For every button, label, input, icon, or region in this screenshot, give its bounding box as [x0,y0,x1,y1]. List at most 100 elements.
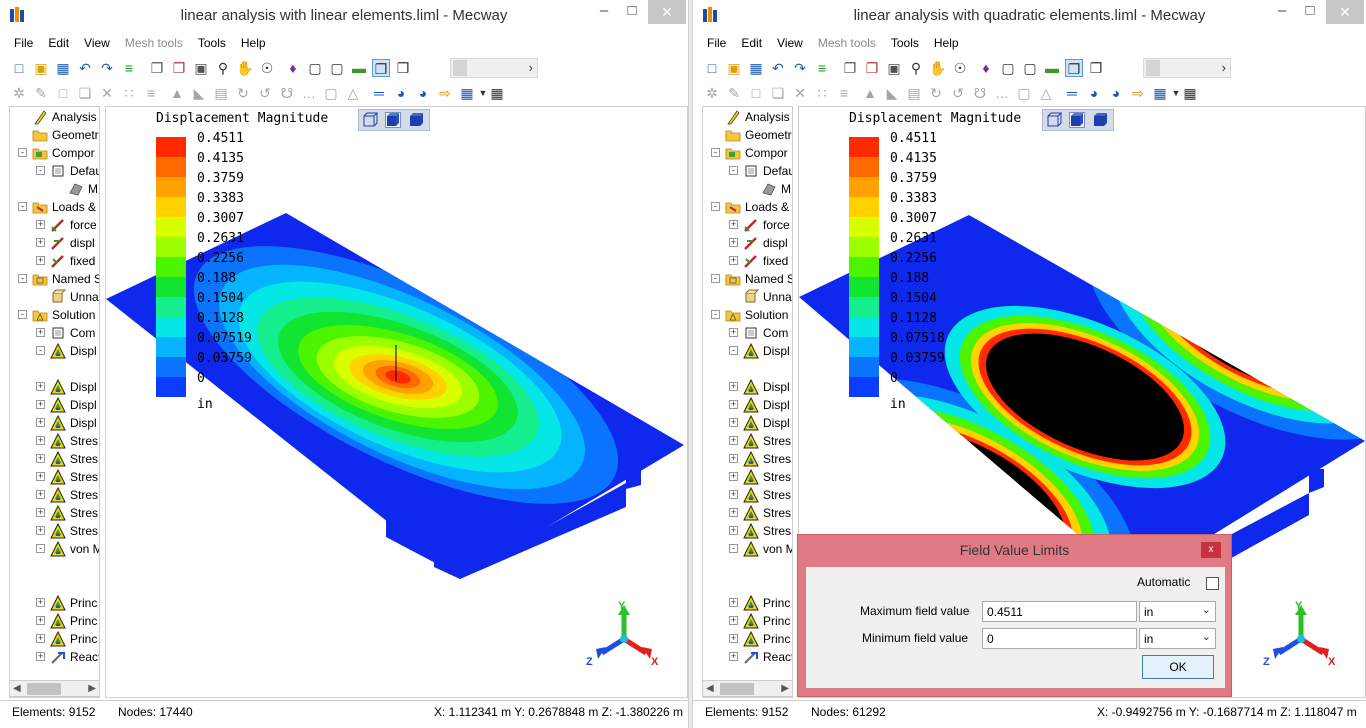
iso-view-icon[interactable]: ❐ [1087,59,1105,77]
view-cube-icon[interactable]: ❐ [841,59,859,77]
view-solid-icon[interactable] [1069,112,1085,128]
refine-icon[interactable]: ▲ [168,84,186,102]
surface-view-icon[interactable]: ▬ [350,59,368,77]
wireframe-view-icon[interactable]: ▢ [328,59,346,77]
merge-icon[interactable]: … [993,84,1011,102]
contour-line-icon[interactable]: ═ [1063,84,1081,102]
min-field-input[interactable]: 0 [982,628,1137,649]
equals-icon[interactable]: ≡ [120,59,138,77]
scroll-thumb[interactable] [453,60,467,76]
rotate-icon[interactable]: ↻ [927,84,945,102]
extrude-icon[interactable]: ◣ [883,84,901,102]
contour-line-icon[interactable]: ═ [370,84,388,102]
menu-file[interactable]: File [701,33,732,50]
wireframe-view-icon[interactable]: ▢ [1021,59,1039,77]
view-cube-icon[interactable]: ❐ [148,59,166,77]
expand-icon[interactable]: + [36,652,45,661]
mirror-icon[interactable]: ↺ [256,84,274,102]
nodes-icon[interactable]: ∷ [813,84,831,102]
menu-mesh-tools[interactable]: Mesh tools [812,33,882,50]
view-front-icon[interactable] [1046,112,1063,128]
split-icon[interactable]: ☋ [278,84,296,102]
warning-icon[interactable]: △ [344,84,362,102]
box-select-icon[interactable]: ❐ [1065,59,1083,77]
delete-icon[interactable]: ✕ [98,84,116,102]
copy-icon[interactable]: ▤ [905,84,923,102]
view-solid-icon[interactable] [385,112,401,128]
scroll-left-icon[interactable]: ◀ [706,681,714,696]
dialog-close-button[interactable]: x [1201,542,1221,558]
min-unit-select[interactable]: in ⌄ [1139,628,1216,649]
new-file-icon[interactable]: □ [10,59,28,77]
refine-icon[interactable]: ▲ [861,84,879,102]
scroll-left-icon[interactable]: ◀ [13,681,21,696]
expand-icon[interactable]: + [36,400,45,409]
expand-icon[interactable]: + [729,454,738,463]
fit-view-icon[interactable]: ▣ [192,59,210,77]
expand-icon[interactable]: + [36,328,45,337]
deform-scale-icon[interactable]: ◕ [1107,84,1125,102]
expand-icon[interactable]: + [729,616,738,625]
warning-icon[interactable]: △ [1037,84,1055,102]
collapse-icon[interactable]: - [36,544,45,553]
expand-icon[interactable]: + [36,634,45,643]
title-bar[interactable]: linear analysis with quadratic elements.… [693,0,1366,32]
expand-icon[interactable]: + [729,526,738,535]
iso-view-icon[interactable]: ❐ [394,59,412,77]
expand-icon[interactable]: + [729,436,738,445]
equals-icon[interactable]: ≡ [813,59,831,77]
menu-file[interactable]: File [8,33,39,50]
expand-icon[interactable]: + [36,418,45,427]
rotate-view-icon[interactable]: ❐ [863,59,881,77]
wand-icon[interactable]: ✎ [32,84,50,102]
scroll-thumb[interactable] [1146,60,1160,76]
surface-view-icon[interactable]: ▬ [1043,59,1061,77]
maximize-button[interactable]: □ [618,0,646,24]
collapse-icon[interactable]: - [729,544,738,553]
expand-icon[interactable]: + [36,598,45,607]
collapse-icon[interactable]: - [36,166,45,175]
align-icon[interactable]: ≡ [142,84,160,102]
view-shaded-icon[interactable] [408,112,424,128]
collapse-icon[interactable]: - [711,202,720,211]
square-icon[interactable]: □ [747,84,765,102]
expand-icon[interactable]: + [729,256,738,265]
max-field-input[interactable]: 0.4511 [982,601,1137,622]
rotate-view-icon[interactable]: ❐ [170,59,188,77]
minimize-button[interactable]: – [1268,0,1296,24]
save-icon[interactable]: ▦ [54,59,72,77]
collapse-icon[interactable]: - [36,346,45,355]
menu-view[interactable]: View [771,33,809,50]
wand-icon[interactable]: ✎ [725,84,743,102]
menu-tools[interactable]: Tools [885,33,925,50]
tree-horizontal-scrollbar[interactable]: ◀ ▶ [702,680,793,697]
move-icon[interactable]: ▢ [322,84,340,102]
expand-icon[interactable]: + [36,220,45,229]
expand-icon[interactable]: + [36,256,45,265]
close-button[interactable]: ✕ [648,0,686,24]
expand-icon[interactable]: + [36,526,45,535]
collapse-icon[interactable]: - [18,310,27,319]
expand-icon[interactable]: + [729,220,738,229]
expand-icon[interactable]: + [729,400,738,409]
toolbar-scroller[interactable]: › [1143,58,1231,78]
redo-icon[interactable]: ↷ [791,59,809,77]
target-icon[interactable]: ☉ [951,59,969,77]
explode-icon[interactable]: ✲ [703,84,721,102]
box-select-icon[interactable]: ❐ [372,59,390,77]
menu-edit[interactable]: Edit [735,33,768,50]
expand-icon[interactable]: + [729,382,738,391]
menu-help[interactable]: Help [235,33,272,50]
collapse-icon[interactable]: - [18,148,27,157]
expand-icon[interactable]: + [36,436,45,445]
deform-icon[interactable]: ◕ [392,84,410,102]
cube-icon[interactable]: ❏ [76,84,94,102]
rotate-icon[interactable]: ↻ [234,84,252,102]
open-folder-icon[interactable]: ▣ [725,59,743,77]
move-icon[interactable]: ▢ [1015,84,1033,102]
zoom-icon[interactable]: ⚲ [214,59,232,77]
undo-icon[interactable]: ↶ [769,59,787,77]
square-icon[interactable]: □ [54,84,72,102]
collapse-icon[interactable]: - [729,166,738,175]
cube-icon[interactable]: ❏ [769,84,787,102]
